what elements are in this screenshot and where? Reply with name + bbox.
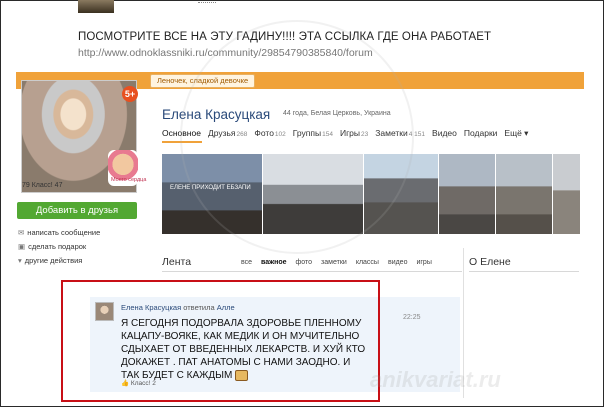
sticker-text: Моего сердца (111, 177, 147, 183)
send-gift-link[interactable]: ▣ сделать подарок (18, 242, 86, 251)
tab-gifts[interactable]: Подарки (464, 128, 498, 138)
filter-likes[interactable]: классы (356, 259, 379, 266)
filter-important[interactable]: важное (261, 259, 286, 266)
tab-video[interactable]: Видео (432, 128, 457, 138)
about-divider (469, 271, 579, 272)
avatar-stats: 79 Класс! 47 (22, 182, 63, 189)
gift-icon: ▣ (18, 242, 26, 251)
age-badge: 5+ (122, 86, 138, 102)
watermark-seal (180, 20, 414, 254)
tab-more[interactable]: Ещё ▾ (504, 128, 528, 138)
filter-all[interactable]: все (241, 259, 252, 266)
top-divider (198, 2, 216, 4)
feed-title: Лента (162, 256, 192, 268)
photo-thumbnail[interactable] (439, 154, 495, 234)
filter-games[interactable]: игры (416, 259, 431, 266)
filter-photo[interactable]: фото (296, 259, 313, 266)
other-actions-link[interactable]: ▾ другие действия (18, 256, 82, 265)
top-thumbnail (78, 0, 114, 13)
feed-filters: все важное фото заметки классы видео игры (241, 259, 441, 266)
about-title: О Елене (469, 256, 511, 268)
entry-time: 22:25 (403, 314, 421, 321)
send-message-link[interactable]: ✉ написать сообщение (18, 228, 100, 237)
chevron-down-icon: ▾ (18, 256, 22, 265)
filter-notes[interactable]: заметки (321, 259, 347, 266)
watermark-text: anikvariat.ru (370, 367, 501, 392)
add-friend-button[interactable]: Добавить в друзья (17, 202, 137, 219)
photo-thumbnail[interactable] (496, 154, 552, 234)
photo-thumbnail[interactable] (553, 154, 580, 234)
highlight-frame (61, 280, 380, 402)
feed-divider (162, 271, 462, 272)
filter-video[interactable]: видео (388, 259, 408, 266)
envelope-icon: ✉ (18, 228, 25, 237)
